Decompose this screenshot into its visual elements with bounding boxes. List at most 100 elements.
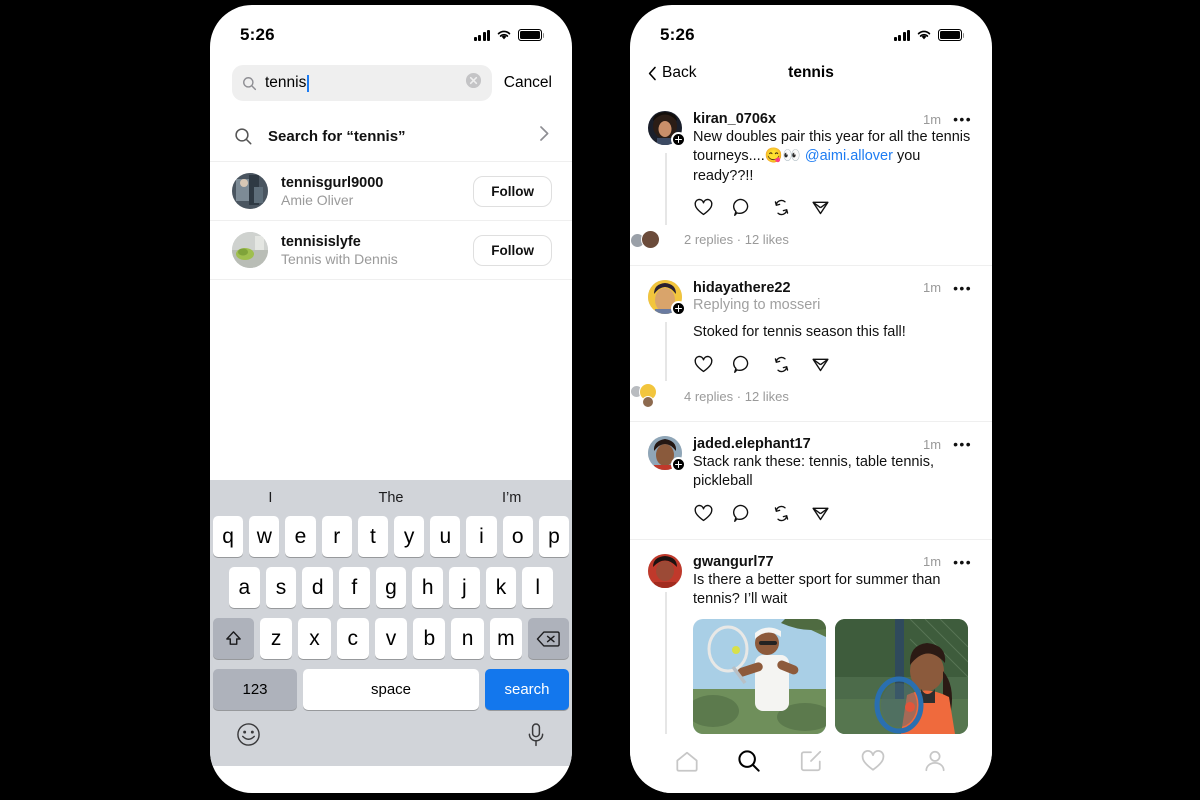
post-text: Stack rank these: tennis, table tennis, … <box>693 453 972 492</box>
key-g[interactable]: g <box>375 567 407 608</box>
post-footer: 4 replies · 12 likes <box>630 381 972 421</box>
post-author-handle[interactable]: hidayathere22 <box>693 280 791 296</box>
avatar-wrap[interactable] <box>648 436 686 473</box>
post-item[interactable]: hidayathere22 1m ••• Replying to mosseri… <box>630 266 992 423</box>
key-p[interactable]: p <box>538 516 570 557</box>
follow-button[interactable]: Follow <box>473 175 552 207</box>
dictation-key[interactable] <box>526 722 546 753</box>
key-c[interactable]: c <box>336 618 369 659</box>
key-e[interactable]: e <box>285 516 316 557</box>
key-x[interactable]: x <box>298 618 331 659</box>
repost-button[interactable] <box>767 351 795 377</box>
key-z[interactable]: z <box>260 618 293 659</box>
meta-separator: · <box>736 232 742 248</box>
suggestion-chip[interactable]: The <box>331 490 452 506</box>
shift-key[interactable] <box>213 618 255 659</box>
post-mention[interactable]: @aimi.allover <box>805 148 893 164</box>
suggestion-chip[interactable]: I’m <box>451 490 572 506</box>
search-return-key[interactable]: search <box>485 669 569 710</box>
numbers-key[interactable]: 123 <box>213 669 297 710</box>
wifi-icon <box>497 30 511 40</box>
key-l[interactable]: l <box>522 567 554 608</box>
repost-button[interactable] <box>767 501 795 527</box>
key-n[interactable]: n <box>451 618 484 659</box>
post-author-handle[interactable]: gwangurl77 <box>693 554 774 570</box>
key-w[interactable]: w <box>249 516 280 557</box>
more-options-icon[interactable]: ••• <box>953 555 972 569</box>
key-h[interactable]: h <box>412 567 444 608</box>
comment-button[interactable] <box>728 351 756 377</box>
suggestion-chip[interactable]: I <box>210 490 331 506</box>
follow-plus-badge[interactable] <box>671 132 686 147</box>
avatar-wrap[interactable] <box>648 553 682 588</box>
comment-button[interactable] <box>728 501 756 527</box>
key-i[interactable]: i <box>466 516 497 557</box>
clear-search-button[interactable] <box>465 72 482 94</box>
key-t[interactable]: t <box>357 516 388 557</box>
like-button[interactable] <box>689 351 717 377</box>
tab-home[interactable] <box>670 746 704 776</box>
post-footer-meta[interactable]: 4 replies · 12 likes <box>684 389 789 404</box>
backspace-key[interactable] <box>527 618 569 659</box>
post-photo[interactable] <box>693 619 826 735</box>
avatar-wrap[interactable] <box>648 279 686 316</box>
key-k[interactable]: k <box>485 567 517 608</box>
share-button[interactable] <box>806 351 834 377</box>
post-meta-row: jaded.elephant17 1m ••• <box>693 436 972 452</box>
avatar <box>641 229 660 249</box>
post-photo-carousel[interactable] <box>693 619 972 735</box>
back-label: Back <box>662 64 697 81</box>
key-s[interactable]: s <box>265 567 297 608</box>
repost-icon <box>774 505 788 522</box>
reply-avatars-stack <box>630 227 674 253</box>
post-author-handle[interactable]: kiran_0706x <box>693 111 776 127</box>
search-result-row[interactable]: tennisislyfe Tennis with Dennis Follow <box>210 221 572 280</box>
key-v[interactable]: v <box>374 618 408 659</box>
post-footer-meta[interactable]: 2 replies · 12 likes <box>684 232 789 247</box>
search-input[interactable]: tennis <box>232 65 492 101</box>
key-r[interactable]: r <box>321 516 352 557</box>
cancel-button[interactable]: Cancel <box>504 74 552 92</box>
key-q[interactable]: q <box>212 516 244 557</box>
post-item[interactable]: jaded.elephant17 1m ••• Stack rank these… <box>630 422 992 540</box>
search-result-row[interactable]: tennisgurl9000 Amie Oliver Follow <box>210 162 572 221</box>
share-button[interactable] <box>806 195 834 221</box>
tab-search[interactable] <box>732 746 766 776</box>
key-j[interactable]: j <box>449 567 480 608</box>
tab-compose[interactable] <box>794 746 828 776</box>
tab-activity[interactable] <box>856 746 890 776</box>
status-bar-left: 5:26 <box>210 5 572 53</box>
post-item[interactable]: kiran_0706x 1m ••• New doubles pair this… <box>630 97 992 266</box>
space-key[interactable]: space <box>303 669 479 710</box>
tab-profile[interactable] <box>918 746 952 776</box>
more-options-icon[interactable]: ••• <box>953 112 972 126</box>
more-options-icon[interactable]: ••• <box>953 281 972 295</box>
like-button[interactable] <box>689 501 717 527</box>
follow-plus-badge[interactable] <box>671 457 686 473</box>
avatar <box>232 232 268 268</box>
more-options-icon[interactable]: ••• <box>953 437 972 451</box>
key-m[interactable]: m <box>489 618 522 659</box>
post-photo[interactable] <box>835 619 968 735</box>
back-button[interactable]: Back <box>648 64 696 82</box>
key-y[interactable]: y <box>394 516 425 557</box>
avatar-wrap[interactable] <box>648 111 686 147</box>
key-b[interactable]: b <box>413 618 446 659</box>
key-a[interactable]: a <box>228 567 260 608</box>
like-button[interactable] <box>689 195 717 221</box>
result-handle: tennisgurl9000 <box>281 174 384 191</box>
repost-button[interactable] <box>767 195 795 221</box>
post-author-handle[interactable]: jaded.elephant17 <box>693 436 811 452</box>
search-for-query-row[interactable]: Search for “tennis” <box>210 111 572 162</box>
result-meta: tennisgurl9000 Amie Oliver <box>281 175 383 208</box>
emoji-key[interactable] <box>236 722 261 752</box>
post-item[interactable]: gwangurl77 1m ••• Is there a better spor… <box>630 540 992 735</box>
key-f[interactable]: f <box>339 567 370 608</box>
follow-plus-badge[interactable] <box>671 300 686 316</box>
key-o[interactable]: o <box>502 516 533 557</box>
key-u[interactable]: u <box>430 516 461 557</box>
share-button[interactable] <box>806 501 834 527</box>
key-d[interactable]: d <box>302 567 333 608</box>
comment-button[interactable] <box>728 195 756 221</box>
follow-button[interactable]: Follow <box>473 234 552 266</box>
